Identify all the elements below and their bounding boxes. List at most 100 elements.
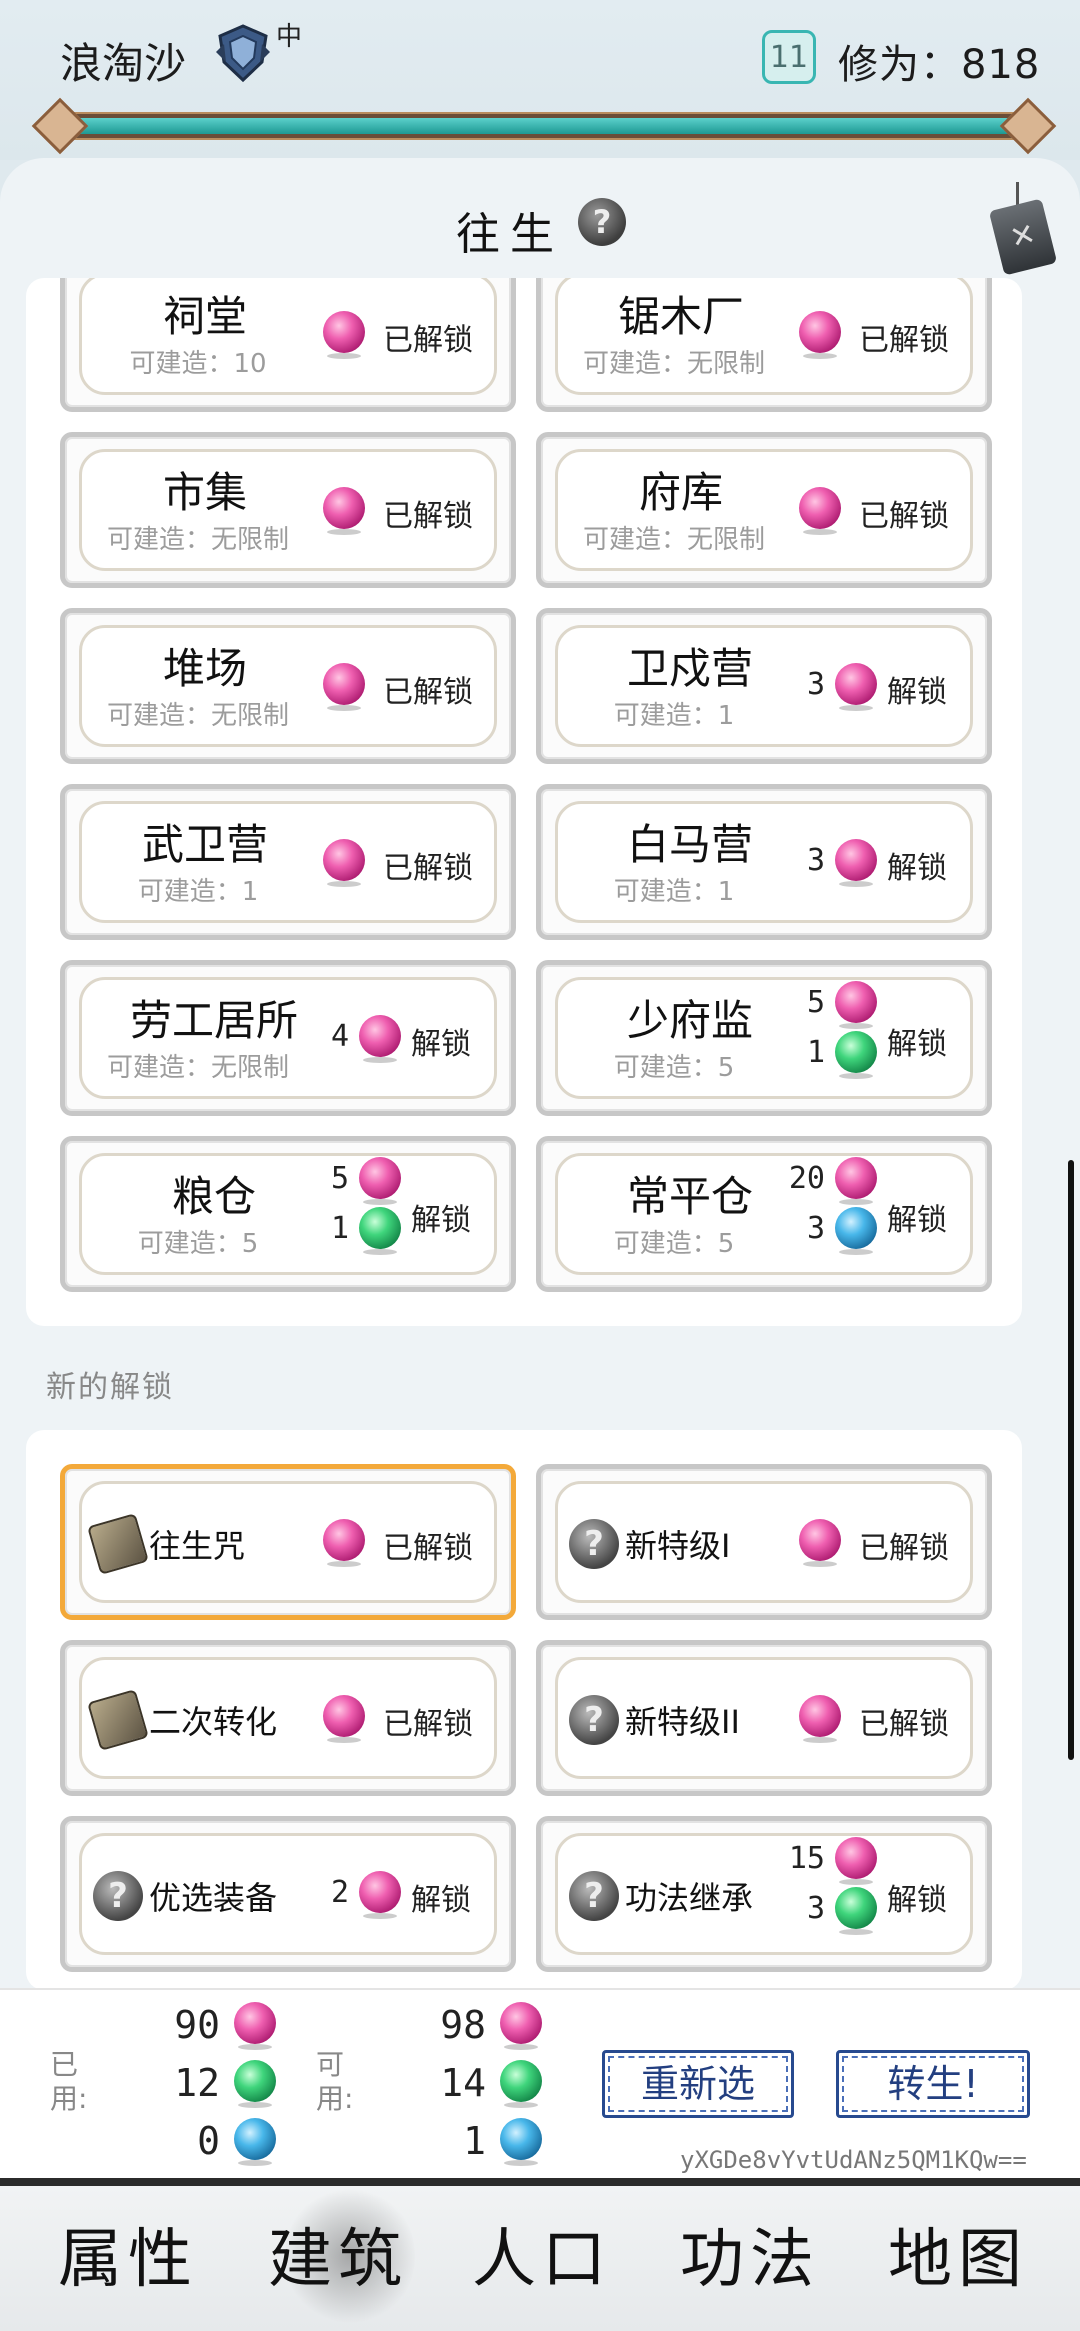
unlock-status: 已解锁 <box>383 851 473 886</box>
reselect-button[interactable]: 重新选 <box>602 2050 794 2118</box>
pink-orb-icon <box>323 663 365 711</box>
available-green: 14 <box>440 2061 486 2105</box>
building-card[interactable]: 少府监 可建造：5 5 1 解锁 <box>536 960 992 1116</box>
building-card[interactable]: 粮仓 可建造：5 5 1 解锁 <box>60 1136 516 1292</box>
unlock-status: 已解锁 <box>383 499 473 534</box>
pink-orb-icon <box>359 1157 401 1205</box>
nav-item-population[interactable]: 人口 <box>472 2208 612 2300</box>
unlock-card[interactable]: 往生咒 已解锁 <box>60 1464 516 1620</box>
progress-cap-right <box>999 97 1057 155</box>
building-card[interactable]: 府库可建造：无限制 已解锁 <box>536 432 992 588</box>
pink-orb-icon <box>799 1519 841 1567</box>
building-name: 府库 <box>638 468 723 517</box>
unlock-card[interactable]: ? 功法继承 15 3 解锁 <box>536 1816 992 1972</box>
building-card[interactable]: 卫戍营 可建造：1 3 解锁 <box>536 608 992 764</box>
unlock-button[interactable]: 解锁 <box>887 843 947 887</box>
unlock-status: 已解锁 <box>859 323 949 358</box>
question-icon: ? <box>569 1871 619 1921</box>
build-limit-label: 可建造：无限制 <box>582 525 765 555</box>
question-icon: ? <box>569 1695 619 1745</box>
pink-orb-icon <box>323 1519 365 1567</box>
cost-value: 3 <box>806 667 825 702</box>
unlock-button[interactable]: 解锁 <box>411 1875 471 1919</box>
progress-cap-left <box>31 97 89 155</box>
nav-item-skills[interactable]: 功法 <box>680 2208 820 2300</box>
rebirth-button[interactable]: 转生! <box>836 2050 1030 2118</box>
building-name: 少府监 <box>626 996 753 1045</box>
building-card[interactable]: 白马营 可建造：1 3 解锁 <box>536 784 992 940</box>
building-card[interactable]: 武卫营 可建造：1 已解锁 <box>60 784 516 940</box>
unlock-status: 已解锁 <box>383 1531 473 1566</box>
unlock-card[interactable]: ? 新特级II 已解锁 <box>536 1640 992 1796</box>
green-orb-icon <box>359 1207 401 1255</box>
green-orb-icon <box>234 2060 276 2108</box>
unlock-status: 已解锁 <box>859 1531 949 1566</box>
pink-orb-icon <box>323 487 365 535</box>
cost-value: 5 <box>330 1161 349 1196</box>
nav-item-map[interactable]: 地图 <box>888 2208 1028 2300</box>
pink-orb-icon <box>323 1695 365 1743</box>
building-card[interactable]: 劳工居所可建造：无限制 4 解锁 <box>60 960 516 1116</box>
cost-value: 20 <box>788 1161 825 1196</box>
unlock-name: 优选装备 <box>149 1879 278 1917</box>
cost-value: 4 <box>330 1019 349 1054</box>
building-name: 市集 <box>162 468 247 517</box>
building-card[interactable]: 堆场 可建造：无限制 已解锁 <box>60 608 516 764</box>
building-card[interactable]: 市集可建造：无限制 已解锁 <box>60 432 516 588</box>
build-limit-label: 可建造：无限制 <box>106 525 289 555</box>
unlock-card[interactable]: ? 新特级I 已解锁 <box>536 1464 992 1620</box>
pink-orb-icon <box>323 311 365 359</box>
pink-orb-icon <box>835 663 877 711</box>
cost-value: 5 <box>806 985 825 1020</box>
unlock-button[interactable]: 解锁 <box>887 1195 947 1239</box>
cost-value: 1 <box>330 1211 349 1246</box>
building-name: 白马营 <box>626 820 753 869</box>
unlock-status: 已解锁 <box>383 323 473 358</box>
blue-orb-icon <box>835 1207 877 1255</box>
rank-sub-label: 中 <box>276 22 303 52</box>
cultivation-value: 修为：818 <box>838 42 1041 88</box>
build-limit-label: 可建造：无限制 <box>106 1053 289 1083</box>
progress-fill <box>70 118 1010 134</box>
cultivation-progress-bar <box>31 97 1057 155</box>
pink-orb-icon <box>359 1871 401 1919</box>
pink-orb-icon <box>799 1695 841 1743</box>
pink-orb-icon <box>323 839 365 887</box>
green-orb-icon <box>835 1887 877 1935</box>
building-card[interactable]: 常平仓 可建造：5 20 3 解锁 <box>536 1136 992 1292</box>
panel-title: 往生 <box>456 209 564 260</box>
scrollbar[interactable] <box>1068 1160 1074 1760</box>
building-name: 常平仓 <box>626 1172 753 1221</box>
unlock-button[interactable]: 解锁 <box>887 1019 947 1063</box>
unlock-button[interactable]: 解锁 <box>887 667 947 711</box>
build-limit-label: 可建造：5 <box>137 1229 259 1259</box>
unlock-status: 已解锁 <box>383 1707 473 1742</box>
cost-value: 3 <box>806 1891 825 1926</box>
close-tag-icon[interactable]: ✕ <box>988 178 1062 282</box>
unlock-card[interactable]: 二次转化 已解锁 <box>60 1640 516 1796</box>
building-list[interactable]: 祠堂 可建造：10 已解锁 锯木厂 可建造：无限制 已解锁 市集 可建造：无限制 已解锁 府库 可建… <box>26 278 1022 1326</box>
nav-item-buildings[interactable]: 建筑 <box>268 2208 408 2300</box>
unlock-card[interactable]: ? 优选装备 2 解锁 <box>60 1816 516 1972</box>
building-name: 堆场 <box>162 644 247 693</box>
unlock-name: 新特级II <box>625 1703 740 1741</box>
question-icon[interactable]: ? <box>578 198 626 246</box>
unlock-button[interactable]: 解锁 <box>411 1195 471 1239</box>
blue-orb-icon <box>500 2118 542 2166</box>
unlock-button[interactable]: 解锁 <box>887 1875 947 1919</box>
unlock-button[interactable]: 解锁 <box>411 1019 471 1063</box>
question-icon: ? <box>93 1871 143 1921</box>
unlock-status: 已解锁 <box>859 499 949 534</box>
unlock-list[interactable]: 往生咒 已解锁? 新特级I 已解锁 二次转化 已解锁? 新特级II 已解锁? 优选装备 2 解锁? 功… <box>26 1430 1022 1990</box>
building-name: 劳工居所 <box>129 996 298 1045</box>
used-pink: 90 <box>174 2003 220 2047</box>
used-green: 12 <box>174 2061 220 2105</box>
pink-orb-icon <box>835 1837 877 1885</box>
build-limit-label: 可建造：5 <box>613 1229 735 1259</box>
cost-value: 3 <box>806 843 825 878</box>
blue-orb-icon <box>234 2118 276 2166</box>
building-card[interactable]: 祠堂 可建造：10 已解锁 <box>60 278 516 412</box>
unlock-status: 已解锁 <box>859 1707 949 1742</box>
nav-item-attributes[interactable]: 属性 <box>58 2208 198 2300</box>
building-card[interactable]: 锯木厂 可建造：无限制 已解锁 <box>536 278 992 412</box>
